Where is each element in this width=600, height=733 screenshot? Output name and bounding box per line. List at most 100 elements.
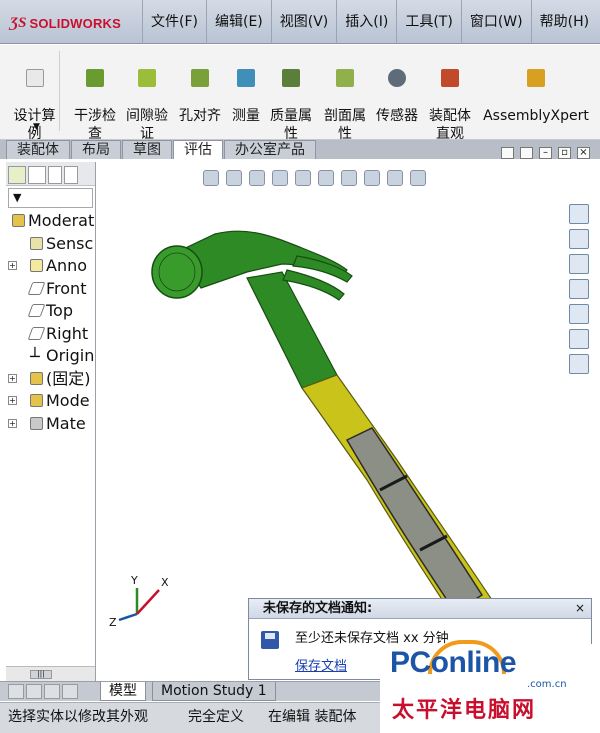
tree-item-front-plane[interactable]: Front bbox=[6, 278, 95, 301]
tree-item-label: Mode bbox=[46, 391, 90, 410]
watermark-brand: PConline bbox=[390, 646, 517, 679]
tab-motion-study-1[interactable]: Motion Study 1 bbox=[152, 682, 276, 701]
tab-layout[interactable]: 布局 bbox=[71, 140, 121, 159]
menu-help[interactable]: 帮助(H) bbox=[530, 0, 597, 44]
component-icon bbox=[30, 394, 43, 407]
tab-model[interactable]: 模型 bbox=[100, 682, 146, 701]
tree-item-label: Right bbox=[46, 323, 89, 343]
tree-item-fixed-component[interactable]: + (固定) bbox=[6, 368, 95, 391]
hole-alignment-icon bbox=[191, 69, 209, 87]
minimize-icon[interactable]: – bbox=[539, 147, 552, 159]
triad-z-axis bbox=[118, 612, 138, 622]
hole-alignment-label: 孔对齐 bbox=[179, 108, 221, 124]
mass-properties-label: 质量属 性 bbox=[270, 108, 312, 142]
plane-icon bbox=[27, 304, 46, 317]
mass-properties-icon bbox=[282, 69, 300, 87]
tab-assembly[interactable]: 装配体 bbox=[6, 140, 70, 159]
origin-icon: ┴ bbox=[30, 347, 40, 366]
tree-item-label: (固定) bbox=[46, 368, 91, 388]
clearance-verify-button[interactable]: 间隙验 证 bbox=[122, 51, 172, 143]
scrollbar-thumb[interactable]: ||| bbox=[30, 670, 52, 679]
panel-tabs bbox=[6, 162, 95, 186]
tile-vertical-icon[interactable] bbox=[520, 147, 533, 159]
feature-manager-tab-icon[interactable] bbox=[8, 166, 26, 184]
tab-evaluate[interactable]: 评估 bbox=[173, 140, 223, 159]
tree-item-annotations[interactable]: + Anno bbox=[6, 255, 95, 278]
assembly-visualization-button[interactable]: 装配体 直观 bbox=[424, 51, 476, 143]
menu-edit[interactable]: 编辑(E) bbox=[205, 0, 271, 44]
tree-item-mates[interactable]: + Mate bbox=[6, 413, 95, 436]
expand-icon[interactable]: + bbox=[8, 418, 17, 428]
assemblyxpert-button[interactable]: AssemblyXpert bbox=[480, 51, 592, 125]
interference-check-button[interactable]: 干涉检 查 bbox=[70, 51, 120, 143]
horizontal-scrollbar[interactable]: ||| bbox=[6, 666, 95, 682]
scroll-right-icon[interactable] bbox=[64, 166, 78, 184]
expand-icon[interactable]: + bbox=[8, 373, 17, 383]
close-icon[interactable]: × bbox=[575, 601, 585, 615]
tile-icon[interactable] bbox=[501, 147, 514, 159]
last-tab-icon[interactable] bbox=[62, 684, 78, 699]
property-manager-tab-icon[interactable] bbox=[28, 166, 46, 184]
tree-item-label: Sensc bbox=[46, 233, 94, 253]
filter-dropdown[interactable]: ▼ bbox=[8, 188, 93, 208]
section-properties-label: 剖面属 性 bbox=[324, 108, 366, 142]
menu-file[interactable]: 文件(F) bbox=[142, 0, 206, 44]
chevron-down-icon[interactable]: ▼ bbox=[33, 122, 40, 132]
next-tab-icon[interactable] bbox=[44, 684, 60, 699]
command-manager: 设计算 例 ▼ 干涉检 查 间隙验 证 孔对齐 测量 质量属 性 剖面属 性 传… bbox=[0, 45, 600, 143]
previous-tab-icon[interactable] bbox=[26, 684, 42, 699]
hammer-rubber-grip bbox=[345, 427, 484, 614]
menu-bar: 文件(F) 编辑(E) 视图(V) 插入(I) 工具(T) 窗口(W) 帮助(H… bbox=[142, 0, 597, 44]
mass-properties-button[interactable]: 质量属 性 bbox=[266, 51, 316, 143]
section-properties-button[interactable]: 剖面属 性 bbox=[320, 51, 370, 143]
tab-office-products[interactable]: 办公室产品 bbox=[224, 140, 316, 159]
tree-item-top-plane[interactable]: Top bbox=[6, 300, 95, 323]
watermark-domain: .com.cn bbox=[527, 679, 567, 690]
tree-item-sensors[interactable]: Sensc bbox=[6, 233, 95, 256]
menu-view[interactable]: 视图(V) bbox=[270, 0, 337, 44]
menu-insert[interactable]: 插入(I) bbox=[336, 0, 396, 44]
component-icon bbox=[30, 371, 43, 385]
assembly-visualization-label: 装配体 直观 bbox=[429, 108, 471, 142]
tree-item-label: Anno bbox=[46, 256, 88, 275]
interference-label: 干涉检 查 bbox=[74, 108, 116, 142]
triad-x-label: X bbox=[161, 576, 169, 589]
assemblyxpert-label: AssemblyXpert bbox=[483, 108, 589, 124]
notification-title: 未保存的文档通知: bbox=[249, 599, 591, 619]
menu-window[interactable]: 窗口(W) bbox=[460, 0, 531, 44]
sensor-icon bbox=[388, 69, 406, 87]
plane-icon bbox=[27, 281, 46, 295]
tree-item-label: Mate bbox=[46, 413, 86, 433]
expand-icon[interactable]: + bbox=[8, 396, 17, 405]
tree-item-label: Top bbox=[46, 301, 73, 320]
close-icon[interactable]: × bbox=[577, 147, 590, 159]
hammer-striking-face bbox=[151, 245, 203, 299]
measure-button[interactable]: 测量 bbox=[228, 51, 264, 125]
tree-item-origin[interactable]: ┴ Origin bbox=[6, 345, 95, 368]
design-study-button[interactable]: 设计算 例 bbox=[10, 51, 60, 142]
save-document-link[interactable]: 保存文档 bbox=[295, 655, 347, 674]
tree-item-right-plane[interactable]: Right bbox=[6, 323, 95, 346]
sensor-icon bbox=[30, 236, 43, 250]
status-definition-state: 完全定义 bbox=[188, 709, 244, 725]
tree-item-model-component[interactable]: + Mode bbox=[6, 390, 95, 413]
hole-alignment-button[interactable]: 孔对齐 bbox=[174, 51, 226, 125]
feature-manager-panel: ▼ Moderat Sensc + Anno Front Top Right ┴… bbox=[6, 162, 96, 682]
menu-tools[interactable]: 工具(T) bbox=[396, 0, 460, 44]
tab-sketch[interactable]: 草图 bbox=[122, 140, 172, 159]
sensors-button[interactable]: 传感器 bbox=[374, 51, 420, 125]
first-tab-icon[interactable] bbox=[8, 684, 24, 699]
tree-item-label: Origin bbox=[46, 346, 95, 365]
clearance-icon bbox=[138, 69, 156, 87]
triad-z-label: Z bbox=[109, 616, 117, 629]
scroll-left-icon[interactable] bbox=[48, 166, 62, 184]
tree-item-root[interactable]: Moderat bbox=[6, 210, 95, 233]
interference-icon bbox=[86, 69, 104, 87]
expand-icon[interactable]: + bbox=[8, 261, 17, 270]
mates-icon bbox=[30, 416, 43, 430]
solidworks-logo[interactable]: ƷS SOLIDWORKS bbox=[10, 12, 121, 34]
plane-icon bbox=[27, 326, 46, 340]
coordinate-triad: Y X Z bbox=[109, 574, 169, 629]
annotation-icon bbox=[30, 259, 43, 272]
restore-icon[interactable]: ▫ bbox=[558, 147, 571, 159]
